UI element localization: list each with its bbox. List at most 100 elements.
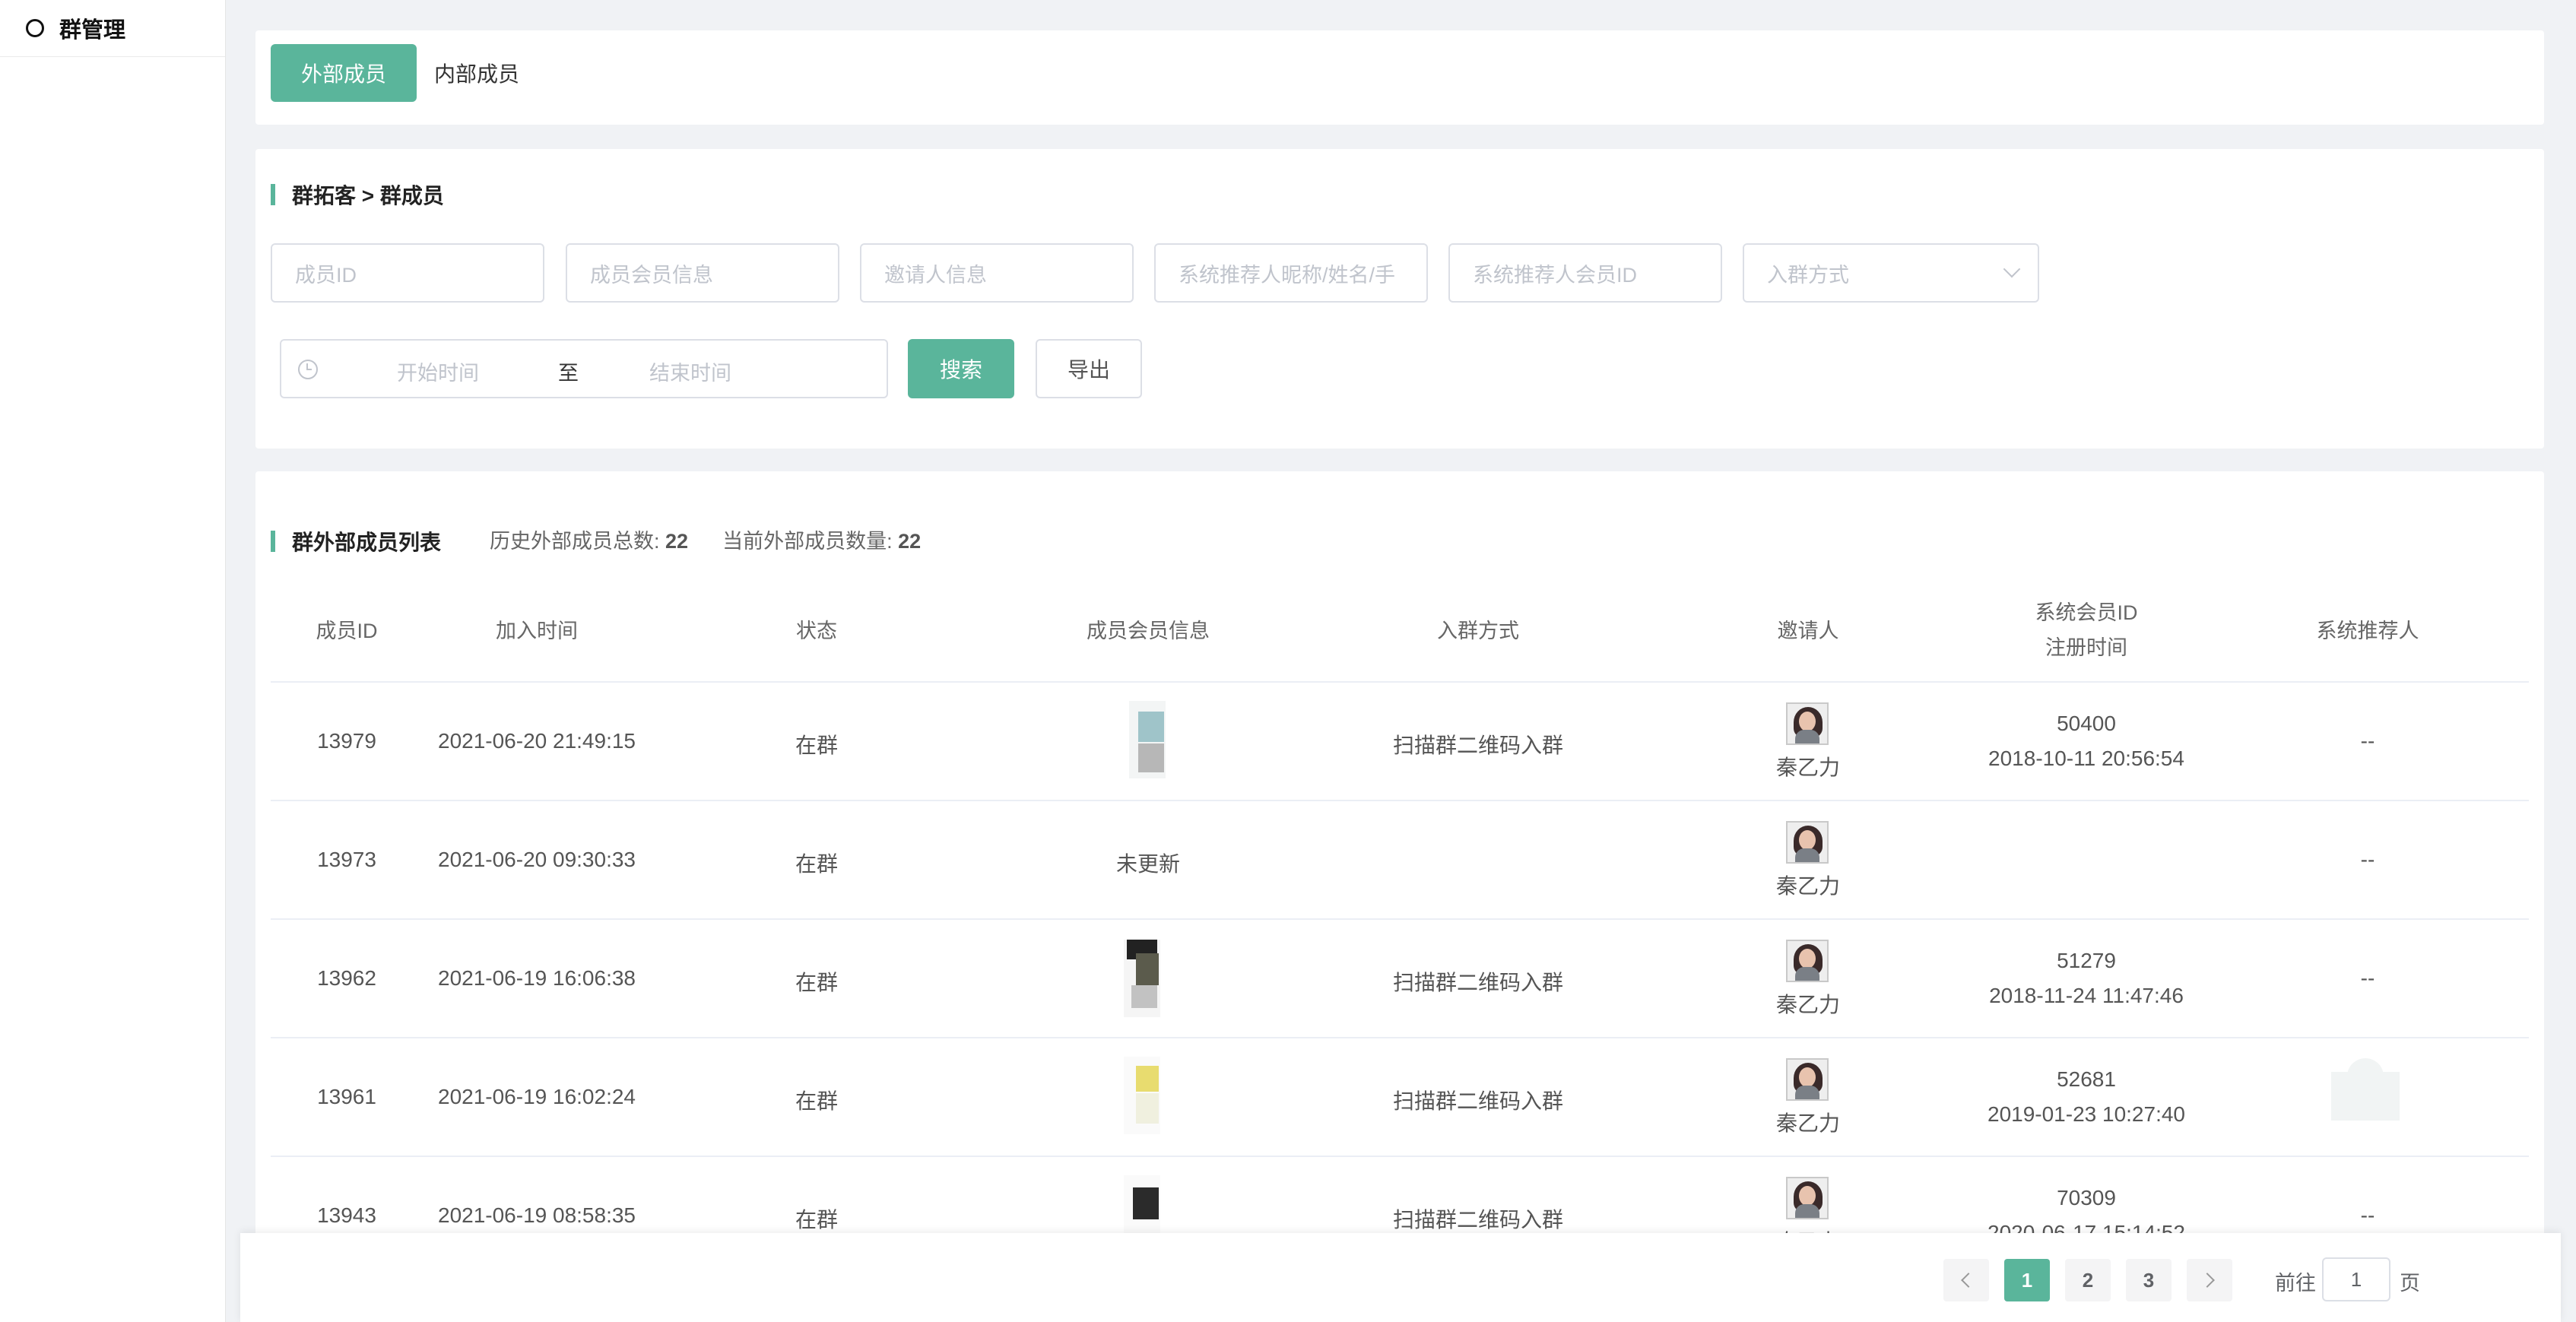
history-count: 22	[665, 530, 689, 553]
sidebar-item-group-management[interactable]: 群管理	[0, 0, 225, 57]
recommender-id-input[interactable]: 系统推荐人会员ID	[1448, 243, 1722, 303]
th-member-info: 成员会员信息	[1087, 620, 1210, 642]
recommender-name-placeholder: 系统推荐人昵称/姓名/手	[1179, 263, 1396, 287]
section-marker	[271, 531, 275, 552]
cell-status: 在群	[795, 1089, 838, 1113]
recommender-id-placeholder: 系统推荐人会员ID	[1473, 263, 1637, 287]
cell-join-time: 2021-06-19 16:06:38	[438, 966, 636, 990]
start-time-input[interactable]: 开始时间	[397, 357, 479, 386]
tab-external-members[interactable]: 外部成员	[271, 44, 417, 102]
cell-member-info: 未更新	[1115, 852, 1180, 876]
cell-recommender: --	[2360, 729, 2375, 753]
date-range-picker[interactable]: 开始时间 至 结束时间	[280, 339, 888, 398]
inviter-avatar	[1786, 821, 1829, 864]
search-button[interactable]: 搜索	[908, 339, 1014, 398]
th-member-id: 成员ID	[316, 620, 378, 642]
clock-icon	[298, 360, 318, 379]
page-jump-input[interactable]: 1	[2322, 1257, 2390, 1301]
export-button[interactable]: 导出	[1036, 339, 1142, 398]
join-method-placeholder: 入群方式	[1767, 263, 1849, 287]
recommender-name-input[interactable]: 系统推荐人昵称/姓名/手	[1154, 243, 1428, 303]
inviter-avatar	[1786, 940, 1829, 982]
cell-recommender: --	[2360, 966, 2375, 990]
th-join-time: 加入时间	[496, 620, 578, 642]
cell-member-id: 13943	[317, 1203, 376, 1227]
th-reg-time: 注册时间	[2045, 636, 2127, 659]
member-list-panel	[255, 471, 2544, 1322]
chevron-down-icon	[2003, 260, 2021, 278]
divider	[271, 681, 2529, 683]
list-title-text: 群外部成员列表	[292, 531, 442, 554]
member-thumbnail	[1124, 1057, 1160, 1134]
inviter-input[interactable]: 邀请人信息	[860, 243, 1134, 303]
cell-inviter: 秦乙力	[1775, 756, 1840, 779]
member-info-input[interactable]: 成员会员信息	[566, 243, 839, 303]
cell-join-time: 2021-06-19 08:58:35	[438, 1203, 636, 1227]
inviter-avatar	[1786, 1177, 1829, 1219]
cell-member-id: 13973	[317, 848, 376, 871]
inviter-placeholder: 邀请人信息	[884, 263, 987, 287]
history-label: 历史外部成员总数:	[490, 530, 660, 553]
th-inviter: 邀请人	[1777, 620, 1839, 642]
cell-inviter: 秦乙力	[1775, 1111, 1840, 1135]
section-marker	[271, 184, 275, 205]
divider	[271, 918, 2529, 920]
member-info-placeholder: 成员会员信息	[590, 263, 713, 287]
cell-sys-id: 51279	[2057, 949, 2116, 972]
member-id-placeholder: 成员ID	[295, 263, 357, 287]
cell-member-id: 13979	[317, 729, 376, 753]
divider	[271, 1156, 2529, 1157]
breadcrumb: 群拓客 > 群成员	[271, 179, 444, 210]
cell-member-id: 13962	[317, 966, 376, 990]
breadcrumb-text: 群拓客 > 群成员	[292, 184, 444, 208]
cell-join-time: 2021-06-19 16:02:24	[438, 1085, 636, 1108]
divider	[271, 800, 2529, 801]
sidebar-item-label: 群管理	[59, 18, 126, 43]
page-button-3[interactable]: 3	[2126, 1259, 2172, 1301]
cell-join-method: 扫描群二维码入群	[1392, 734, 1563, 757]
divider	[271, 1037, 2529, 1038]
current-label: 当前外部成员数量:	[722, 530, 893, 553]
cell-status: 在群	[795, 852, 838, 876]
next-page-button[interactable]	[2187, 1259, 2232, 1301]
inviter-avatar	[1786, 1058, 1829, 1101]
cell-join-method: 扫描群二维码入群	[1392, 971, 1563, 994]
cell-status: 在群	[795, 971, 838, 994]
cell-inviter: 秦乙力	[1775, 993, 1840, 1016]
cell-status: 在群	[795, 734, 838, 757]
cell-join-time: 2021-06-20 09:30:33	[438, 848, 636, 871]
cell-reg-time: 2019-01-23 10:27:40	[1988, 1102, 2185, 1126]
page-suffix: 页	[2400, 1272, 2420, 1295]
cell-reg-time: 2018-11-24 11:47:46	[1989, 984, 2184, 1007]
th-join-method: 入群方式	[1437, 620, 1519, 642]
prev-page-button[interactable]	[1943, 1259, 1989, 1301]
cell-recommender: --	[2360, 848, 2375, 871]
member-stats: 历史外部成员总数: 22 当前外部成员数量: 22	[490, 525, 921, 554]
cell-sys-id: 52681	[2057, 1067, 2116, 1091]
cell-reg-time: 2018-10-11 20:56:54	[1988, 747, 2184, 770]
th-sys-id: 系统会员ID	[2035, 601, 2138, 624]
end-time-input[interactable]: 结束时间	[649, 357, 731, 386]
member-thumbnail	[1124, 940, 1160, 1017]
member-thumbnail	[1129, 701, 1166, 778]
member-id-input[interactable]: 成员ID	[271, 243, 544, 303]
chevron-left-icon	[1961, 1273, 1976, 1288]
goto-label: 前往	[2275, 1272, 2316, 1295]
cell-member-id: 13961	[317, 1085, 376, 1108]
th-recommender: 系统推荐人	[2316, 620, 2419, 642]
recommender-avatar	[2331, 1058, 2400, 1121]
tab-internal-members[interactable]: 内部成员	[417, 44, 537, 102]
range-separator: 至	[558, 362, 579, 385]
cell-join-time: 2021-06-20 21:49:15	[438, 729, 636, 753]
sidebar: 群管理	[0, 0, 226, 1322]
cell-join-method: 扫描群二维码入群	[1392, 1089, 1563, 1113]
member-tabs: 外部成员 内部成员	[255, 30, 2544, 125]
cell-status: 在群	[795, 1208, 838, 1232]
page-button-1[interactable]: 1	[2004, 1259, 2050, 1301]
join-method-select[interactable]: 入群方式	[1743, 243, 2039, 303]
cell-sys-id: 70309	[2057, 1186, 2116, 1209]
th-status: 状态	[796, 620, 837, 642]
inviter-avatar	[1786, 702, 1829, 745]
page-button-2[interactable]: 2	[2065, 1259, 2111, 1301]
list-title: 群外部成员列表	[271, 526, 441, 556]
